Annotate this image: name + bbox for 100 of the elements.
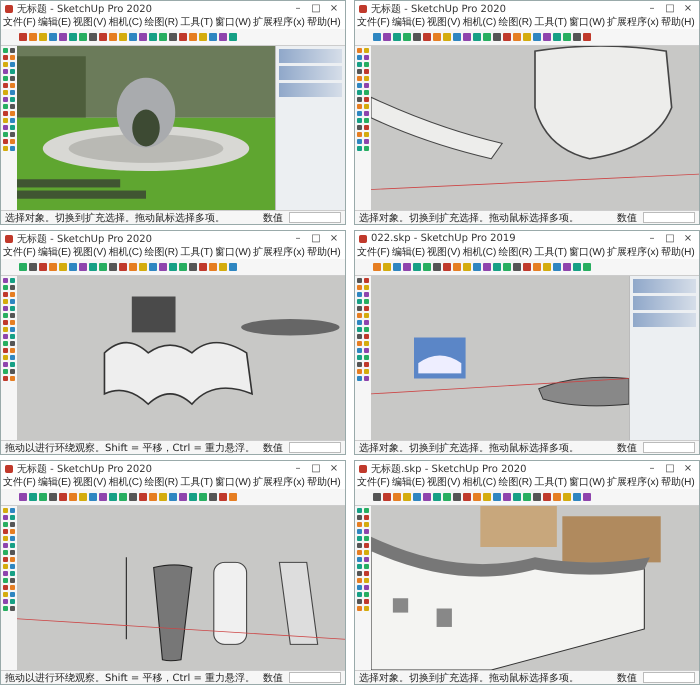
menu-item[interactable]: 文件(F) xyxy=(357,476,390,488)
window-control[interactable]: – xyxy=(291,233,305,244)
window-control[interactable]: □ xyxy=(663,3,677,14)
menu-item[interactable]: 编辑(E) xyxy=(392,476,426,488)
window-control[interactable]: × xyxy=(681,233,695,244)
window-control[interactable]: □ xyxy=(309,3,323,14)
menu-item[interactable]: 视图(V) xyxy=(427,476,460,488)
status-text: 拖动以进行环绕观察。Shift = 平移，Ctrl = 重力悬浮。 xyxy=(5,672,256,684)
menu-item[interactable]: 绘图(R) xyxy=(144,16,178,28)
measurements-label: 数值 xyxy=(617,442,637,454)
menu-item[interactable]: 工具(T) xyxy=(180,246,214,258)
measurements-field[interactable] xyxy=(289,672,341,683)
menu-item[interactable]: 工具(T) xyxy=(180,16,214,28)
menu-item[interactable]: 文件(F) xyxy=(357,16,390,28)
menu-item[interactable]: 帮助(H) xyxy=(660,246,695,258)
menu-item[interactable]: 绘图(R) xyxy=(498,246,532,258)
menu-item[interactable]: 扩展程序(x) xyxy=(253,246,305,258)
menu-item[interactable]: 窗口(W) xyxy=(569,16,606,28)
menu-item[interactable]: 编辑(E) xyxy=(38,16,72,28)
menu-item[interactable]: 工具(T) xyxy=(180,476,214,488)
measurements-field[interactable] xyxy=(643,442,695,453)
menu-item[interactable]: 编辑(E) xyxy=(38,476,72,488)
menu-item[interactable]: 视图(V) xyxy=(427,246,460,258)
menu-item[interactable]: 窗口(W) xyxy=(569,246,606,258)
app-logo-icon xyxy=(359,234,367,242)
window-control[interactable]: □ xyxy=(663,233,677,244)
menu-item[interactable]: 文件(F) xyxy=(357,246,390,258)
app-logo-icon xyxy=(5,464,13,472)
window-control[interactable]: × xyxy=(681,463,695,474)
menu-item[interactable]: 编辑(E) xyxy=(392,16,426,28)
menu-item[interactable]: 绘图(R) xyxy=(498,16,532,28)
menu-item[interactable]: 窗口(W) xyxy=(215,246,252,258)
window-control[interactable]: – xyxy=(645,233,659,244)
menu-item[interactable]: 视图(V) xyxy=(73,16,106,28)
menu-item[interactable]: 相机(C) xyxy=(108,246,142,258)
window-control[interactable]: □ xyxy=(309,233,323,244)
window-control[interactable]: – xyxy=(291,3,305,14)
status-text: 选择对象。切换到扩充选择。拖动鼠标选择多项。 xyxy=(5,212,226,224)
menu-item[interactable]: 相机(C) xyxy=(108,16,142,28)
app-logo-icon xyxy=(5,4,13,12)
window-control[interactable]: × xyxy=(327,3,341,14)
menu-item[interactable]: 相机(C) xyxy=(462,476,496,488)
menu-item[interactable]: 窗口(W) xyxy=(215,476,252,488)
menu-item[interactable]: 相机(C) xyxy=(108,476,142,488)
window-title: 无标题.skp - SketchUp Pro 2020 xyxy=(371,462,528,476)
menu-item[interactable]: 扩展程序(x) xyxy=(607,246,659,258)
measurements-label: 数值 xyxy=(617,212,637,224)
window-control[interactable]: – xyxy=(291,463,305,474)
window-title: 无标题 - SketchUp Pro 2020 xyxy=(371,2,507,16)
menu-item[interactable]: 帮助(H) xyxy=(306,476,341,488)
menu-item[interactable]: 编辑(E) xyxy=(392,246,426,258)
menu-item[interactable]: 相机(C) xyxy=(462,246,496,258)
menu-item[interactable]: 工具(T) xyxy=(534,246,568,258)
window-control[interactable]: □ xyxy=(309,463,323,474)
menu-item[interactable]: 帮助(H) xyxy=(660,16,695,28)
app-logo-icon xyxy=(359,464,367,472)
menu-item[interactable]: 扩展程序(x) xyxy=(607,16,659,28)
measurements-field[interactable] xyxy=(643,672,695,683)
menu-item[interactable]: 视图(V) xyxy=(427,16,460,28)
menu-item[interactable]: 相机(C) xyxy=(462,16,496,28)
window-title: 无标题 - SketchUp Pro 2020 xyxy=(17,2,153,16)
menu-item[interactable]: 编辑(E) xyxy=(38,246,72,258)
window-control[interactable]: – xyxy=(645,3,659,14)
measurements-label: 数值 xyxy=(617,672,637,684)
menu-item[interactable]: 帮助(H) xyxy=(306,16,341,28)
measurements-label: 数值 xyxy=(263,672,283,684)
menu-item[interactable]: 视图(V) xyxy=(73,476,106,488)
window-control[interactable]: □ xyxy=(663,463,677,474)
window-control[interactable]: × xyxy=(327,233,341,244)
window-control[interactable]: × xyxy=(327,463,341,474)
window-control[interactable]: × xyxy=(681,3,695,14)
window-title: 无标题 - SketchUp Pro 2020 xyxy=(17,232,153,246)
status-text: 选择对象。切换到扩充选择。拖动鼠标选择多项。 xyxy=(359,672,580,684)
menu-item[interactable]: 绘图(R) xyxy=(144,476,178,488)
menu-item[interactable]: 扩展程序(x) xyxy=(607,476,659,488)
menu-item[interactable]: 工具(T) xyxy=(534,16,568,28)
menu-item[interactable]: 窗口(W) xyxy=(215,16,252,28)
window-title: 无标题 - SketchUp Pro 2020 xyxy=(17,462,153,476)
menu-item[interactable]: 工具(T) xyxy=(534,476,568,488)
app-logo-icon xyxy=(5,234,13,242)
menu-item[interactable]: 文件(F) xyxy=(3,246,36,258)
measurements-field[interactable] xyxy=(643,212,695,223)
measurements-field[interactable] xyxy=(289,442,341,453)
status-text: 选择对象。切换到扩充选择。拖动鼠标选择多项。 xyxy=(359,212,580,224)
app-logo-icon xyxy=(359,4,367,12)
menu-item[interactable]: 扩展程序(x) xyxy=(253,16,305,28)
menu-item[interactable]: 文件(F) xyxy=(3,476,36,488)
menu-item[interactable]: 绘图(R) xyxy=(144,246,178,258)
status-text: 拖动以进行环绕观察。Shift = 平移，Ctrl = 重力悬浮。 xyxy=(5,442,256,454)
measurements-label: 数值 xyxy=(263,212,283,224)
measurements-label: 数值 xyxy=(263,442,283,454)
menu-item[interactable]: 绘图(R) xyxy=(498,476,532,488)
menu-item[interactable]: 视图(V) xyxy=(73,246,106,258)
menu-item[interactable]: 帮助(H) xyxy=(660,476,695,488)
measurements-field[interactable] xyxy=(289,212,341,223)
menu-item[interactable]: 扩展程序(x) xyxy=(253,476,305,488)
menu-item[interactable]: 窗口(W) xyxy=(569,476,606,488)
menu-item[interactable]: 帮助(H) xyxy=(306,246,341,258)
menu-item[interactable]: 文件(F) xyxy=(3,16,36,28)
window-control[interactable]: – xyxy=(645,463,659,474)
